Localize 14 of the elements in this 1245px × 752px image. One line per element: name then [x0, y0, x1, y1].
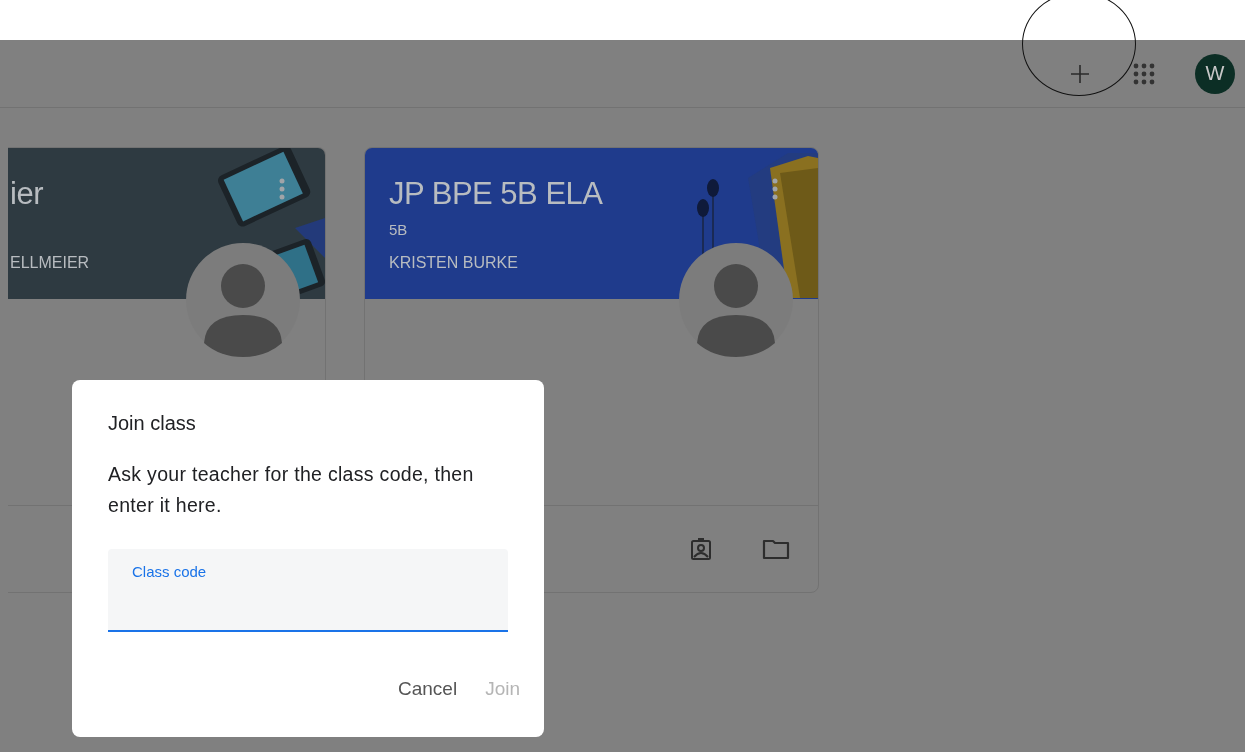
teacher-avatar-icon: [679, 243, 793, 357]
class-title[interactable]: JP BPE 5B ELA: [389, 176, 603, 212]
teacher-avatar-icon: [186, 243, 300, 357]
account-avatar[interactable]: W: [1195, 53, 1235, 94]
class-title[interactable]: ier: [10, 176, 90, 212]
teacher-name: ELLMEIER: [10, 254, 90, 272]
dialog-button[interactable]: Cancel: [398, 678, 458, 700]
dialog-title: Join class: [108, 412, 197, 435]
folder-icon[interactable]: [762, 538, 790, 560]
portfolio-icon[interactable]: [690, 537, 712, 561]
class-code-field[interactable]: Class code: [108, 549, 508, 632]
teacher-name: KRISTEN BURKE: [389, 254, 519, 272]
more-options-icon[interactable]: [772, 178, 778, 200]
class-section: 5B: [389, 221, 603, 238]
